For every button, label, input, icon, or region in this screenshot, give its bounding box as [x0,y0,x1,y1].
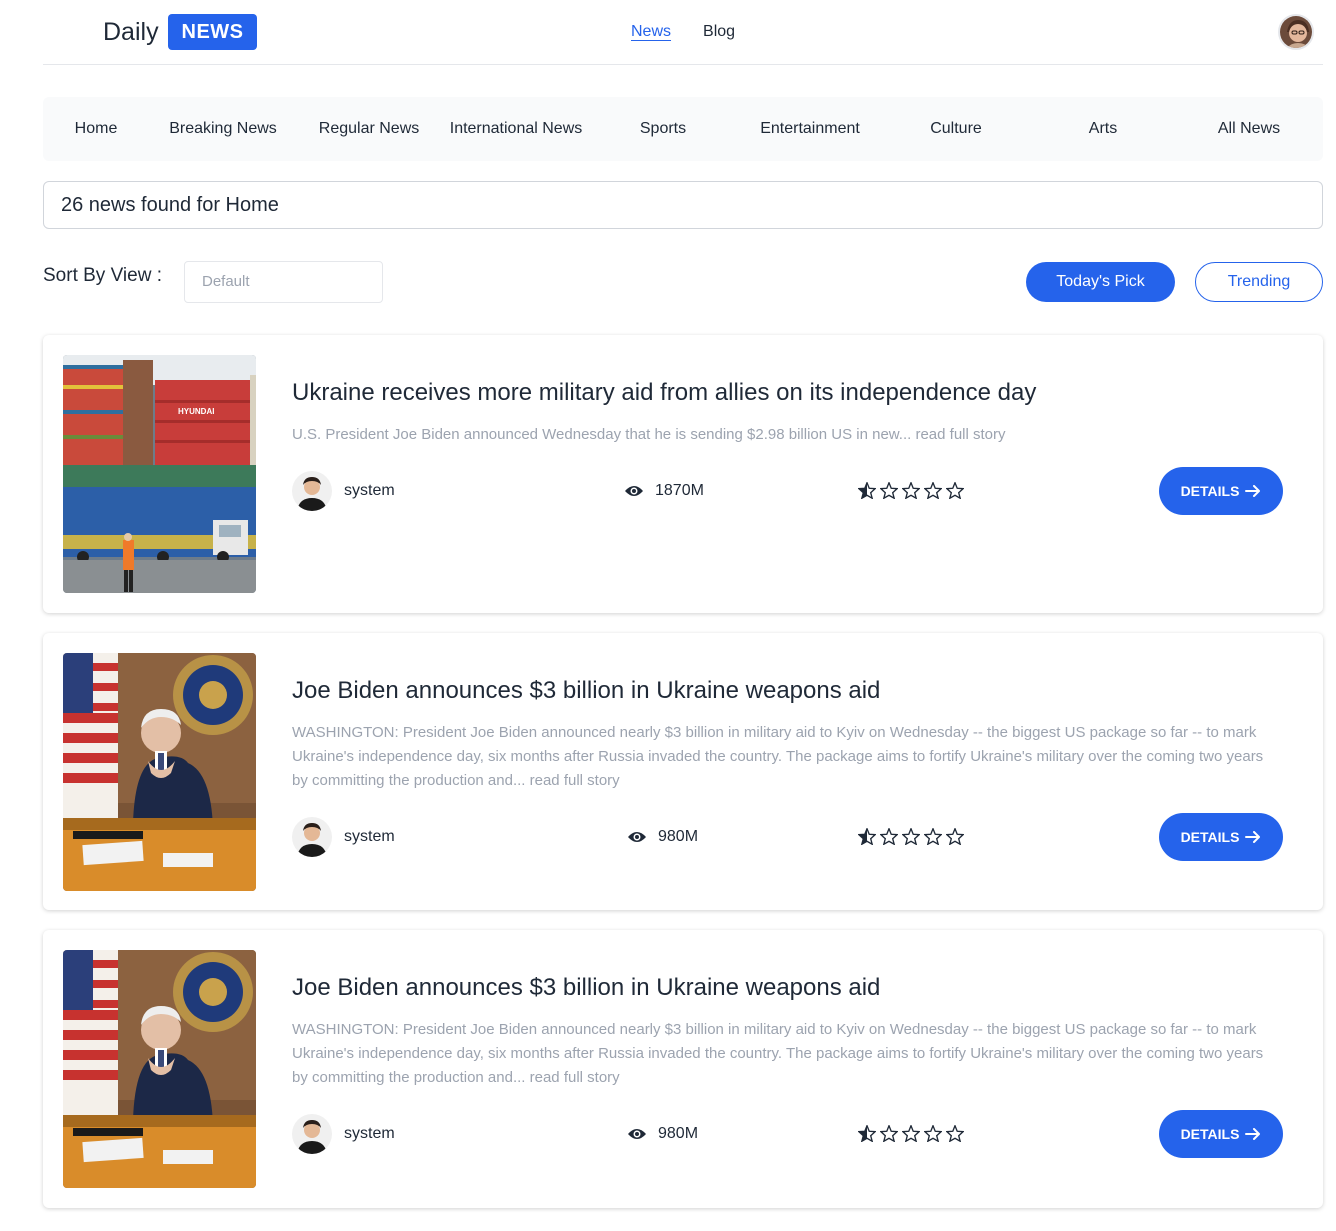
news-image [63,653,256,891]
nav-news-link[interactable]: News [631,23,671,41]
details-button[interactable]: DETAILS [1159,1110,1283,1158]
category-arts[interactable]: Arts [1089,97,1117,161]
svg-text:HYUNDAI: HYUNDAI [178,407,214,416]
arrow-right-icon [1245,485,1261,497]
header: Daily NEWS News Blog [43,0,1323,65]
author-name: system [344,1125,395,1142]
views: 1870M [624,482,704,500]
trending-button[interactable]: Trending [1195,262,1323,302]
details-button[interactable]: DETAILS [1159,467,1283,515]
star-empty-icon [946,828,964,845]
author-name: system [344,828,395,845]
sort-select[interactable]: Default [184,261,383,303]
details-label: DETAILS [1180,483,1240,499]
nav-blog-link[interactable]: Blog [703,23,735,41]
category-all-news[interactable]: All News [1218,97,1280,161]
category-entertainment[interactable]: Entertainment [760,97,860,161]
news-title[interactable]: Joe Biden announces $3 billion in Ukrain… [292,974,880,1002]
eye-icon [625,486,643,496]
logo-badge[interactable]: NEWS [168,14,257,50]
star-empty-icon [880,482,898,499]
star-empty-icon [946,1125,964,1142]
news-image: HYUNDAI [63,355,256,593]
details-label: DETAILS [1180,829,1240,845]
news-excerpt: U.S. President Joe Biden announced Wedne… [292,426,1006,443]
arrow-right-icon [1245,831,1261,843]
category-home[interactable]: Home [75,97,118,161]
views-count: 980M [658,1125,699,1142]
rating-stars [858,1125,964,1142]
news-image [63,950,256,1188]
views-count: 980M [658,828,699,845]
category-sports[interactable]: Sports [640,97,686,161]
logo-text[interactable]: Daily [103,18,159,47]
author: system [292,471,395,511]
news-excerpt: WASHINGTON: President Joe Biden announce… [292,1021,1264,1086]
user-avatar[interactable] [1278,14,1314,50]
author-avatar [292,1114,332,1154]
author-avatar [292,471,332,511]
sort-label: Sort By View : [43,265,162,286]
rating-stars [858,482,964,499]
star-half-icon [858,1125,876,1142]
category-international-news[interactable]: International News [450,97,583,161]
eye-icon [628,1129,646,1139]
top-nav: News Blog [631,23,735,41]
author-name: system [344,482,395,499]
details-button[interactable]: DETAILS [1159,813,1283,861]
details-label: DETAILS [1180,1126,1240,1142]
eye-icon [628,832,646,842]
category-culture[interactable]: Culture [930,97,982,161]
star-empty-icon [880,828,898,845]
author-avatar [292,817,332,857]
views-count: 1870M [655,482,704,499]
star-empty-icon [924,828,942,845]
star-empty-icon [902,482,920,499]
news-excerpt: WASHINGTON: President Joe Biden announce… [292,724,1264,789]
category-breaking-news[interactable]: Breaking News [169,97,277,161]
star-half-icon [858,482,876,499]
star-empty-icon [880,1125,898,1142]
star-empty-icon [924,482,942,499]
views: 980M [627,1125,698,1143]
views: 980M [627,828,698,846]
news-title[interactable]: Ukraine receives more military aid from … [292,379,1036,407]
star-empty-icon [924,1125,942,1142]
news-card: Joe Biden announces $3 billion in Ukrain… [43,930,1323,1208]
star-half-icon [858,828,876,845]
star-empty-icon [902,1125,920,1142]
arrow-right-icon [1245,1128,1261,1140]
author: system [292,817,395,857]
star-empty-icon [902,828,920,845]
news-card: Joe Biden announces $3 billion in Ukrain… [43,633,1323,910]
category-regular-news[interactable]: Regular News [319,97,419,161]
star-empty-icon [946,482,964,499]
author: system [292,1114,395,1154]
rating-stars [858,828,964,845]
results-count: 26 news found for Home [43,181,1323,229]
news-card: HYUNDAI Ukraine receives more military a… [43,335,1323,613]
todays-pick-button[interactable]: Today's Pick [1026,262,1175,302]
news-title[interactable]: Joe Biden announces $3 billion in Ukrain… [292,677,880,705]
category-bar: Home Breaking News Regular News Internat… [43,97,1323,161]
